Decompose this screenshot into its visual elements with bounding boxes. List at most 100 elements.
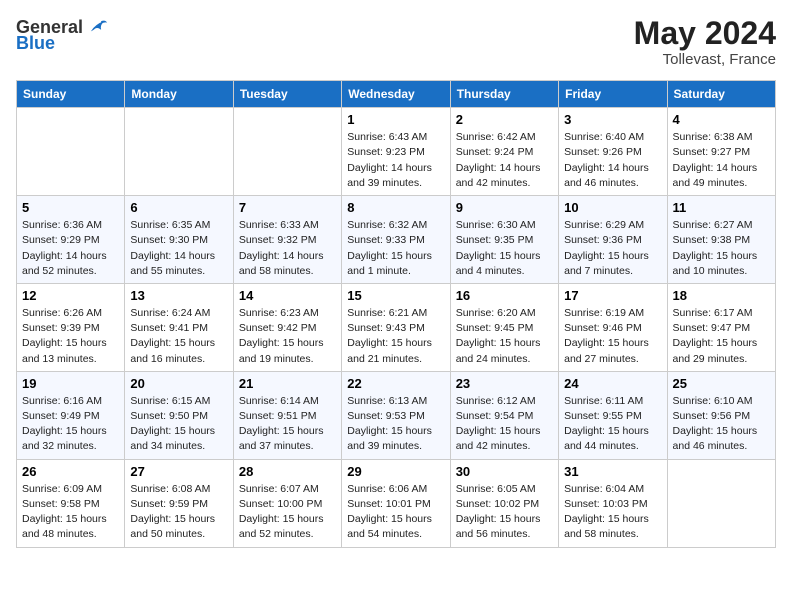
calendar-cell: 18 Sunrise: 6:17 AM Sunset: 9:47 PM Dayli… <box>667 283 775 371</box>
calendar-cell <box>233 108 341 196</box>
calendar-cell: 12 Sunrise: 6:26 AM Sunset: 9:39 PM Dayli… <box>17 283 125 371</box>
day-info: Sunrise: 6:16 AM Sunset: 9:49 PM Dayligh… <box>22 394 119 455</box>
day-info: Sunrise: 6:29 AM Sunset: 9:36 PM Dayligh… <box>564 218 661 279</box>
page-header: General Blue May 2024 Tollevast, France <box>16 16 776 68</box>
calendar-cell: 26 Sunrise: 6:09 AM Sunset: 9:58 PM Dayli… <box>17 459 125 547</box>
calendar-week-row: 12 Sunrise: 6:26 AM Sunset: 9:39 PM Dayli… <box>17 283 776 371</box>
day-info: Sunrise: 6:05 AM Sunset: 10:02 PM Daylig… <box>456 482 553 543</box>
calendar-cell <box>125 108 233 196</box>
day-info: Sunrise: 6:08 AM Sunset: 9:59 PM Dayligh… <box>130 482 227 543</box>
calendar-cell: 28 Sunrise: 6:07 AM Sunset: 10:00 PM Dayl… <box>233 459 341 547</box>
calendar-cell: 8 Sunrise: 6:32 AM Sunset: 9:33 PM Daylig… <box>342 196 450 284</box>
day-number: 22 <box>347 376 444 391</box>
weekday-header-saturday: Saturday <box>667 81 775 108</box>
calendar-cell: 25 Sunrise: 6:10 AM Sunset: 9:56 PM Dayli… <box>667 371 775 459</box>
calendar-cell: 13Sunrise: 6:24 AM Sunset: 9:41 PM Dayli… <box>125 283 233 371</box>
calendar-cell: 1 Sunrise: 6:43 AM Sunset: 9:23 PM Daylig… <box>342 108 450 196</box>
title-block: May 2024 Tollevast, France <box>634 16 776 68</box>
day-number: 7 <box>239 200 336 215</box>
calendar-cell: 17 Sunrise: 6:19 AM Sunset: 9:46 PM Dayli… <box>559 283 667 371</box>
day-info: Sunrise: 6:33 AM Sunset: 9:32 PM Dayligh… <box>239 218 336 279</box>
day-number: 3 <box>564 112 661 127</box>
calendar-cell: 27Sunrise: 6:08 AM Sunset: 9:59 PM Dayli… <box>125 459 233 547</box>
calendar-cell <box>667 459 775 547</box>
day-number: 11 <box>673 200 770 215</box>
calendar-cell: 16 Sunrise: 6:20 AM Sunset: 9:45 PM Dayli… <box>450 283 558 371</box>
day-info: Sunrise: 6:10 AM Sunset: 9:56 PM Dayligh… <box>673 394 770 455</box>
day-info: Sunrise: 6:09 AM Sunset: 9:58 PM Dayligh… <box>22 482 119 543</box>
day-number: 6 <box>130 200 227 215</box>
day-number: 1 <box>347 112 444 127</box>
logo: General Blue <box>16 16 107 52</box>
day-number: 16 <box>456 288 553 303</box>
day-number: 23 <box>456 376 553 391</box>
day-number: 24 <box>564 376 661 391</box>
weekday-header-row: SundayMondayTuesdayWednesdayThursdayFrid… <box>17 81 776 108</box>
calendar-cell: 2 Sunrise: 6:42 AM Sunset: 9:24 PM Daylig… <box>450 108 558 196</box>
day-number: 19 <box>22 376 119 391</box>
calendar-cell <box>17 108 125 196</box>
weekday-header-monday: Monday <box>125 81 233 108</box>
calendar-week-row: 19 Sunrise: 6:16 AM Sunset: 9:49 PM Dayli… <box>17 371 776 459</box>
calendar-cell: 19 Sunrise: 6:16 AM Sunset: 9:49 PM Dayli… <box>17 371 125 459</box>
calendar-cell: 31 Sunrise: 6:04 AM Sunset: 10:03 PM Dayl… <box>559 459 667 547</box>
calendar-cell: 20Sunrise: 6:15 AM Sunset: 9:50 PM Dayli… <box>125 371 233 459</box>
calendar-week-row: 26 Sunrise: 6:09 AM Sunset: 9:58 PM Dayli… <box>17 459 776 547</box>
logo-blue-text: Blue <box>16 34 55 52</box>
day-number: 5 <box>22 200 119 215</box>
calendar-cell: 23 Sunrise: 6:12 AM Sunset: 9:54 PM Dayli… <box>450 371 558 459</box>
day-number: 12 <box>22 288 119 303</box>
day-number: 28 <box>239 464 336 479</box>
calendar-cell: 14 Sunrise: 6:23 AM Sunset: 9:42 PM Dayli… <box>233 283 341 371</box>
day-info: Sunrise: 6:06 AM Sunset: 10:01 PM Daylig… <box>347 482 444 543</box>
day-info: Sunrise: 6:20 AM Sunset: 9:45 PM Dayligh… <box>456 306 553 367</box>
day-number: 18 <box>673 288 770 303</box>
weekday-header-sunday: Sunday <box>17 81 125 108</box>
calendar-week-row: 5 Sunrise: 6:36 AM Sunset: 9:29 PM Daylig… <box>17 196 776 284</box>
day-number: 30 <box>456 464 553 479</box>
day-info: Sunrise: 6:12 AM Sunset: 9:54 PM Dayligh… <box>456 394 553 455</box>
day-info: Sunrise: 6:42 AM Sunset: 9:24 PM Dayligh… <box>456 130 553 191</box>
day-info: Sunrise: 6:23 AM Sunset: 9:42 PM Dayligh… <box>239 306 336 367</box>
day-number: 29 <box>347 464 444 479</box>
day-info: Sunrise: 6:14 AM Sunset: 9:51 PM Dayligh… <box>239 394 336 455</box>
calendar-cell: 29 Sunrise: 6:06 AM Sunset: 10:01 PM Dayl… <box>342 459 450 547</box>
day-number: 26 <box>22 464 119 479</box>
day-info: Sunrise: 6:04 AM Sunset: 10:03 PM Daylig… <box>564 482 661 543</box>
day-info: Sunrise: 6:21 AM Sunset: 9:43 PM Dayligh… <box>347 306 444 367</box>
calendar-cell: 7 Sunrise: 6:33 AM Sunset: 9:32 PM Daylig… <box>233 196 341 284</box>
day-info: Sunrise: 6:35 AM Sunset: 9:30 PM Dayligh… <box>130 218 227 279</box>
day-info: Sunrise: 6:19 AM Sunset: 9:46 PM Dayligh… <box>564 306 661 367</box>
day-number: 9 <box>456 200 553 215</box>
calendar-cell: 21 Sunrise: 6:14 AM Sunset: 9:51 PM Dayli… <box>233 371 341 459</box>
day-info: Sunrise: 6:40 AM Sunset: 9:26 PM Dayligh… <box>564 130 661 191</box>
day-number: 17 <box>564 288 661 303</box>
calendar-cell: 3 Sunrise: 6:40 AM Sunset: 9:26 PM Daylig… <box>559 108 667 196</box>
weekday-header-wednesday: Wednesday <box>342 81 450 108</box>
calendar-cell: 11 Sunrise: 6:27 AM Sunset: 9:38 PM Dayli… <box>667 196 775 284</box>
day-info: Sunrise: 6:24 AM Sunset: 9:41 PM Dayligh… <box>130 306 227 367</box>
day-number: 14 <box>239 288 336 303</box>
day-info: Sunrise: 6:13 AM Sunset: 9:53 PM Dayligh… <box>347 394 444 455</box>
day-info: Sunrise: 6:11 AM Sunset: 9:55 PM Dayligh… <box>564 394 661 455</box>
calendar-table: SundayMondayTuesdayWednesdayThursdayFrid… <box>16 80 776 547</box>
day-info: Sunrise: 6:43 AM Sunset: 9:23 PM Dayligh… <box>347 130 444 191</box>
day-number: 21 <box>239 376 336 391</box>
calendar-week-row: 1 Sunrise: 6:43 AM Sunset: 9:23 PM Daylig… <box>17 108 776 196</box>
day-number: 2 <box>456 112 553 127</box>
calendar-cell: 30 Sunrise: 6:05 AM Sunset: 10:02 PM Dayl… <box>450 459 558 547</box>
day-info: Sunrise: 6:17 AM Sunset: 9:47 PM Dayligh… <box>673 306 770 367</box>
day-info: Sunrise: 6:30 AM Sunset: 9:35 PM Dayligh… <box>456 218 553 279</box>
day-info: Sunrise: 6:26 AM Sunset: 9:39 PM Dayligh… <box>22 306 119 367</box>
logo-bird-icon <box>85 16 107 38</box>
day-info: Sunrise: 6:32 AM Sunset: 9:33 PM Dayligh… <box>347 218 444 279</box>
day-info: Sunrise: 6:07 AM Sunset: 10:00 PM Daylig… <box>239 482 336 543</box>
calendar-cell: 10Sunrise: 6:29 AM Sunset: 9:36 PM Dayli… <box>559 196 667 284</box>
day-number: 31 <box>564 464 661 479</box>
day-info: Sunrise: 6:15 AM Sunset: 9:50 PM Dayligh… <box>130 394 227 455</box>
day-number: 8 <box>347 200 444 215</box>
day-info: Sunrise: 6:36 AM Sunset: 9:29 PM Dayligh… <box>22 218 119 279</box>
day-number: 15 <box>347 288 444 303</box>
day-number: 25 <box>673 376 770 391</box>
day-info: Sunrise: 6:27 AM Sunset: 9:38 PM Dayligh… <box>673 218 770 279</box>
